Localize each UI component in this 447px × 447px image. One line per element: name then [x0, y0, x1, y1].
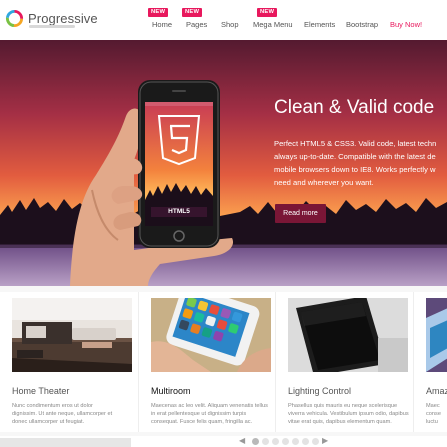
site-header: Progressive NEW NEW NEW Home Pages Shop … — [0, 0, 447, 40]
card-desc-line: viverra vehicula. Vestibulum ipsum odio,… — [288, 411, 409, 417]
read-more-button[interactable]: Read more — [275, 204, 326, 223]
pager-dot[interactable] — [252, 438, 259, 445]
card-description: Maecenas ac leo velit. Aliquam venenatis… — [151, 402, 268, 426]
nav-mega-menu[interactable]: Mega Menu — [253, 20, 293, 29]
card-desc-line: in erat pellentesque ut dignissim turpis — [151, 411, 247, 417]
next-arrow-icon[interactable]: ▶ — [322, 436, 328, 445]
card-lighting-control[interactable]: Lighting Control Phasellus quis mauris e… — [276, 292, 418, 432]
pager-dot[interactable] — [292, 438, 299, 445]
horizontal-scrollbar[interactable] — [0, 438, 131, 447]
card-home-theater[interactable]: Home Theater Nunc condimentum eros ut do… — [0, 292, 143, 432]
lighting-control-image — [288, 298, 408, 372]
card-description: Phasellus quis mauris eu neque scelerisq… — [288, 402, 409, 426]
card-title[interactable]: Lighting Control — [288, 386, 351, 396]
nav-shop[interactable]: Shop — [221, 20, 239, 29]
card-desc-line: Phasellus quis mauris eu neque scelerisq… — [288, 403, 398, 409]
card-description: Maec conse luctu — [426, 402, 441, 426]
hero-title: Clean & Valid code — [274, 97, 435, 118]
nav-buy-now[interactable]: Buy Now! — [390, 20, 422, 29]
new-badge-mega-menu: NEW — [257, 8, 278, 17]
pager-dot[interactable] — [282, 438, 289, 445]
multiroom-image — [151, 298, 271, 372]
carousel-pager: ◀ ▶ — [0, 436, 447, 447]
nav-home[interactable]: Home — [152, 20, 172, 29]
card-desc-line: conse — [426, 411, 441, 417]
card-desc-line: consequat. Fusce felis quam, fringilla a… — [151, 419, 253, 425]
pager-dot[interactable] — [312, 438, 319, 445]
card-amaz[interactable]: Amaz Maec conse luctu — [413, 292, 447, 432]
phone-screen-label: HTML5 — [168, 208, 190, 215]
logo-icon[interactable] — [5, 9, 24, 28]
prev-arrow-icon[interactable]: ◀ — [239, 436, 245, 445]
card-description: Nunc condimentum eros ut dolor dignissim… — [12, 402, 112, 426]
pager-dot[interactable] — [302, 438, 309, 445]
hero-description: Perfect HTML5 & CSS3. Valid code, latest… — [274, 137, 447, 189]
amaz-image — [426, 298, 447, 372]
hero-line-1: Perfect HTML5 & CSS3. Valid code, latest… — [274, 139, 437, 148]
nav-elements[interactable]: Elements — [304, 20, 335, 29]
card-desc-line: luctu — [426, 419, 438, 425]
hero-line-2: always up-to-date. Compatible with the l… — [274, 152, 436, 161]
card-desc-line: Maecenas ac leo velit. Aliquam venenatis… — [151, 403, 268, 409]
tagline-placeholder — [29, 25, 75, 28]
feature-cards: Home Theater Nunc condimentum eros ut do… — [0, 286, 447, 436]
pager-dot[interactable] — [272, 438, 279, 445]
card-desc-line: vitae erat quis, dapibus elementum quam. — [288, 419, 392, 425]
hero-line-3: mobile browsers down to IE8. Works perfe… — [274, 165, 436, 174]
nav-bootstrap[interactable]: Bootstrap — [346, 20, 378, 29]
card-desc-line: Nunc condimentum eros ut dolor — [12, 403, 93, 409]
brand-name[interactable]: Progressive — [28, 11, 98, 26]
card-title[interactable]: Home Theater — [12, 386, 69, 396]
card-title[interactable]: Multiroom — [151, 386, 191, 396]
nav-pages[interactable]: Pages — [186, 20, 207, 29]
pager-dot[interactable] — [262, 438, 269, 445]
card-multiroom[interactable]: Multiroom Maecenas ac leo velit. Aliquam… — [138, 292, 276, 432]
card-title[interactable]: Amaz — [426, 386, 447, 396]
card-desc-line: dignissim. Ut ante neque, ullamcorper et — [12, 411, 113, 417]
hero-slider: HTML5 Clean & Valid code Perfect HTML5 &… — [0, 40, 447, 286]
home-theater-image — [12, 298, 132, 372]
card-desc-line: donec ullamcorper ut feugiat. — [12, 419, 85, 425]
new-badge-home: NEW — [148, 8, 169, 17]
card-desc-line: Maec — [426, 403, 440, 409]
hero-line-4: need and wherever you want. — [274, 178, 374, 187]
new-badge-pages: NEW — [182, 8, 203, 17]
